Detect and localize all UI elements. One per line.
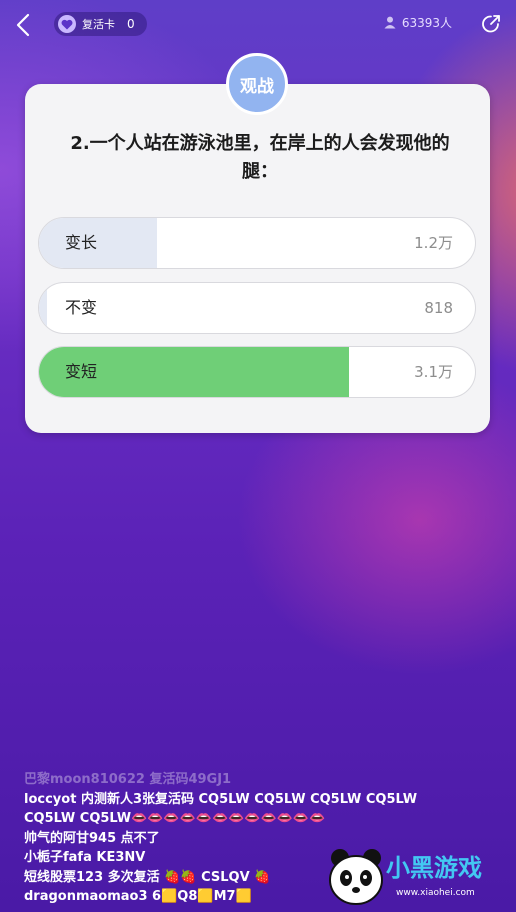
watermark-logo: 小黑游戏 www.xiaohei.com	[326, 846, 516, 912]
watermark-url: www.xiaohei.com	[396, 888, 475, 898]
question-line-1: 2.一个人站在游泳池里，在岸上的人会发现他的	[70, 133, 450, 154]
answer-bar-fill	[39, 283, 47, 333]
question-line-2: 腿：	[242, 161, 278, 182]
spectator-badge-label: 观战	[240, 76, 274, 97]
answer-label: 不变	[65, 298, 98, 317]
online-viewers: 63393人	[384, 14, 452, 31]
answer-option-3[interactable]: 变短 3.1万	[38, 346, 476, 398]
answer-votes: 3.1万	[414, 363, 453, 381]
comment-line: 巴黎moon810622 复活码49GJ1	[24, 772, 232, 787]
share-button[interactable]	[480, 13, 502, 35]
answer-label: 变短	[65, 362, 98, 381]
answer-bar-fill	[39, 218, 157, 268]
question-text: 2.一个人站在游泳池里，在岸上的人会发现他的 腿：	[40, 130, 480, 186]
revive-card-label: 复活卡	[82, 18, 115, 31]
answer-option-2[interactable]: 不变 818	[38, 282, 476, 334]
answer-votes: 1.2万	[414, 234, 453, 252]
answer-label: 变长	[65, 233, 98, 252]
watermark-brand: 小黑游戏	[386, 854, 482, 882]
online-count: 63393人	[401, 16, 452, 30]
revive-card-pill[interactable]: 复活卡 0	[54, 12, 147, 36]
top-bar: 复活卡 0 63393人	[0, 0, 516, 50]
comment-line: CQ5LW CQ5LW👄👄👄👄👄👄👄👄👄👄👄👄	[24, 811, 326, 826]
heart-icon	[58, 15, 76, 33]
user-icon	[384, 16, 396, 29]
back-button[interactable]	[12, 10, 36, 40]
share-icon	[482, 15, 500, 33]
panda-icon	[329, 849, 383, 905]
comment-line: loccyot 内测新人3张复活码 CQ5LW CQ5LW CQ5LW CQ5L…	[24, 791, 418, 807]
spectator-badge: 观战	[226, 53, 288, 115]
answer-votes: 818	[424, 299, 453, 317]
revive-card-count: 0	[127, 17, 135, 31]
answer-option-1[interactable]: 变长 1.2万	[38, 217, 476, 269]
chevron-left-icon	[16, 13, 30, 37]
